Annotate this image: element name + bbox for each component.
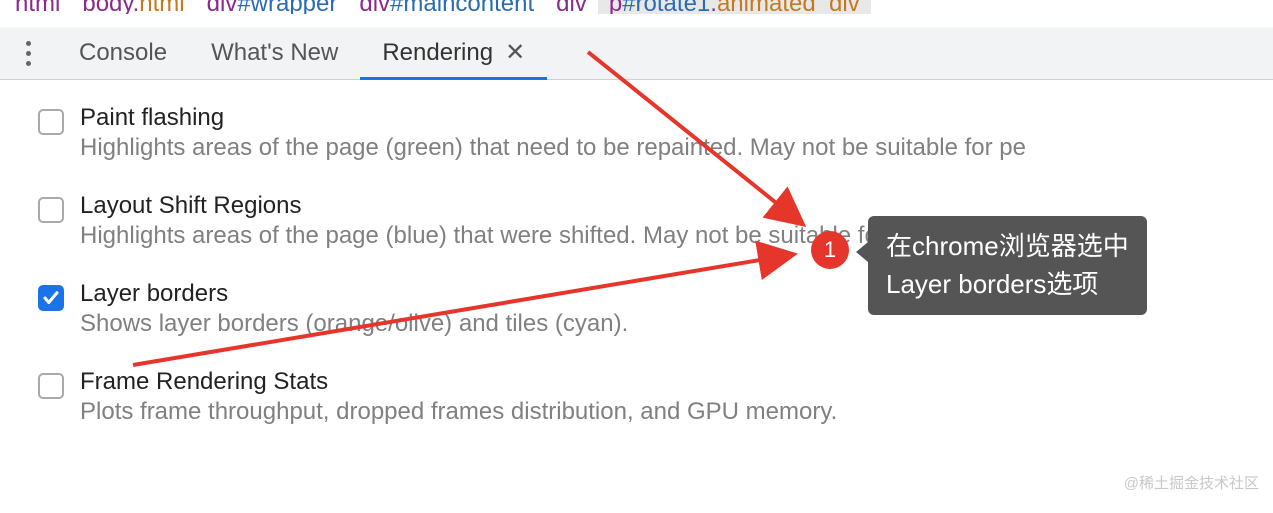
drawer-header: Console What's New Rendering ✕ <box>0 27 1273 80</box>
checkbox-layout-shift[interactable] <box>38 197 64 223</box>
tab-label: What's New <box>211 39 338 67</box>
option-title: Frame Rendering Stats <box>80 368 1273 396</box>
tab-label: Console <box>79 39 167 67</box>
tab-label: Rendering <box>382 39 493 67</box>
option-paint-flashing: Paint flashing Highlights areas of the p… <box>38 104 1273 162</box>
watermark: @稀土掘金技术社区 <box>1124 472 1259 493</box>
option-title: Paint flashing <box>80 104 1273 132</box>
breadcrumb-item[interactable]: div#maincontent <box>348 0 545 14</box>
tab-whatsnew[interactable]: What's New <box>189 27 360 79</box>
breadcrumb-item[interactable]: p#rotate1.animated_div <box>598 0 871 14</box>
tab-console[interactable]: Console <box>57 27 189 79</box>
breadcrumb-item[interactable]: div#wrapper <box>196 0 349 14</box>
breadcrumb: htmlbody.htmldiv#wrapperdiv#maincontentd… <box>0 0 1273 14</box>
annotation-badge: 1 <box>811 231 849 269</box>
option-desc: Highlights areas of the page (green) tha… <box>80 134 1273 162</box>
breadcrumb-item[interactable]: html <box>4 0 71 14</box>
breadcrumb-item[interactable]: div <box>545 0 598 14</box>
option-frame-stats: Frame Rendering Stats Plots frame throug… <box>38 368 1273 426</box>
badge-number: 1 <box>824 237 836 263</box>
checkbox-frame-stats[interactable] <box>38 373 64 399</box>
checkbox-paint-flashing[interactable] <box>38 109 64 135</box>
more-options-icon[interactable] <box>10 41 57 66</box>
checkbox-layer-borders[interactable] <box>38 285 64 311</box>
option-desc: Plots frame throughput, dropped frames d… <box>80 398 1273 426</box>
drawer-tabs: Console What's New Rendering ✕ <box>57 27 547 79</box>
tooltip-line: 在chrome浏览器选中 <box>886 228 1129 266</box>
tooltip-line: Layer borders选项 <box>886 266 1129 304</box>
tab-rendering[interactable]: Rendering ✕ <box>360 27 547 79</box>
annotation-tooltip: 在chrome浏览器选中 Layer borders选项 <box>868 216 1147 315</box>
close-icon[interactable]: ✕ <box>505 41 525 65</box>
breadcrumb-item[interactable]: body.html <box>71 0 195 14</box>
